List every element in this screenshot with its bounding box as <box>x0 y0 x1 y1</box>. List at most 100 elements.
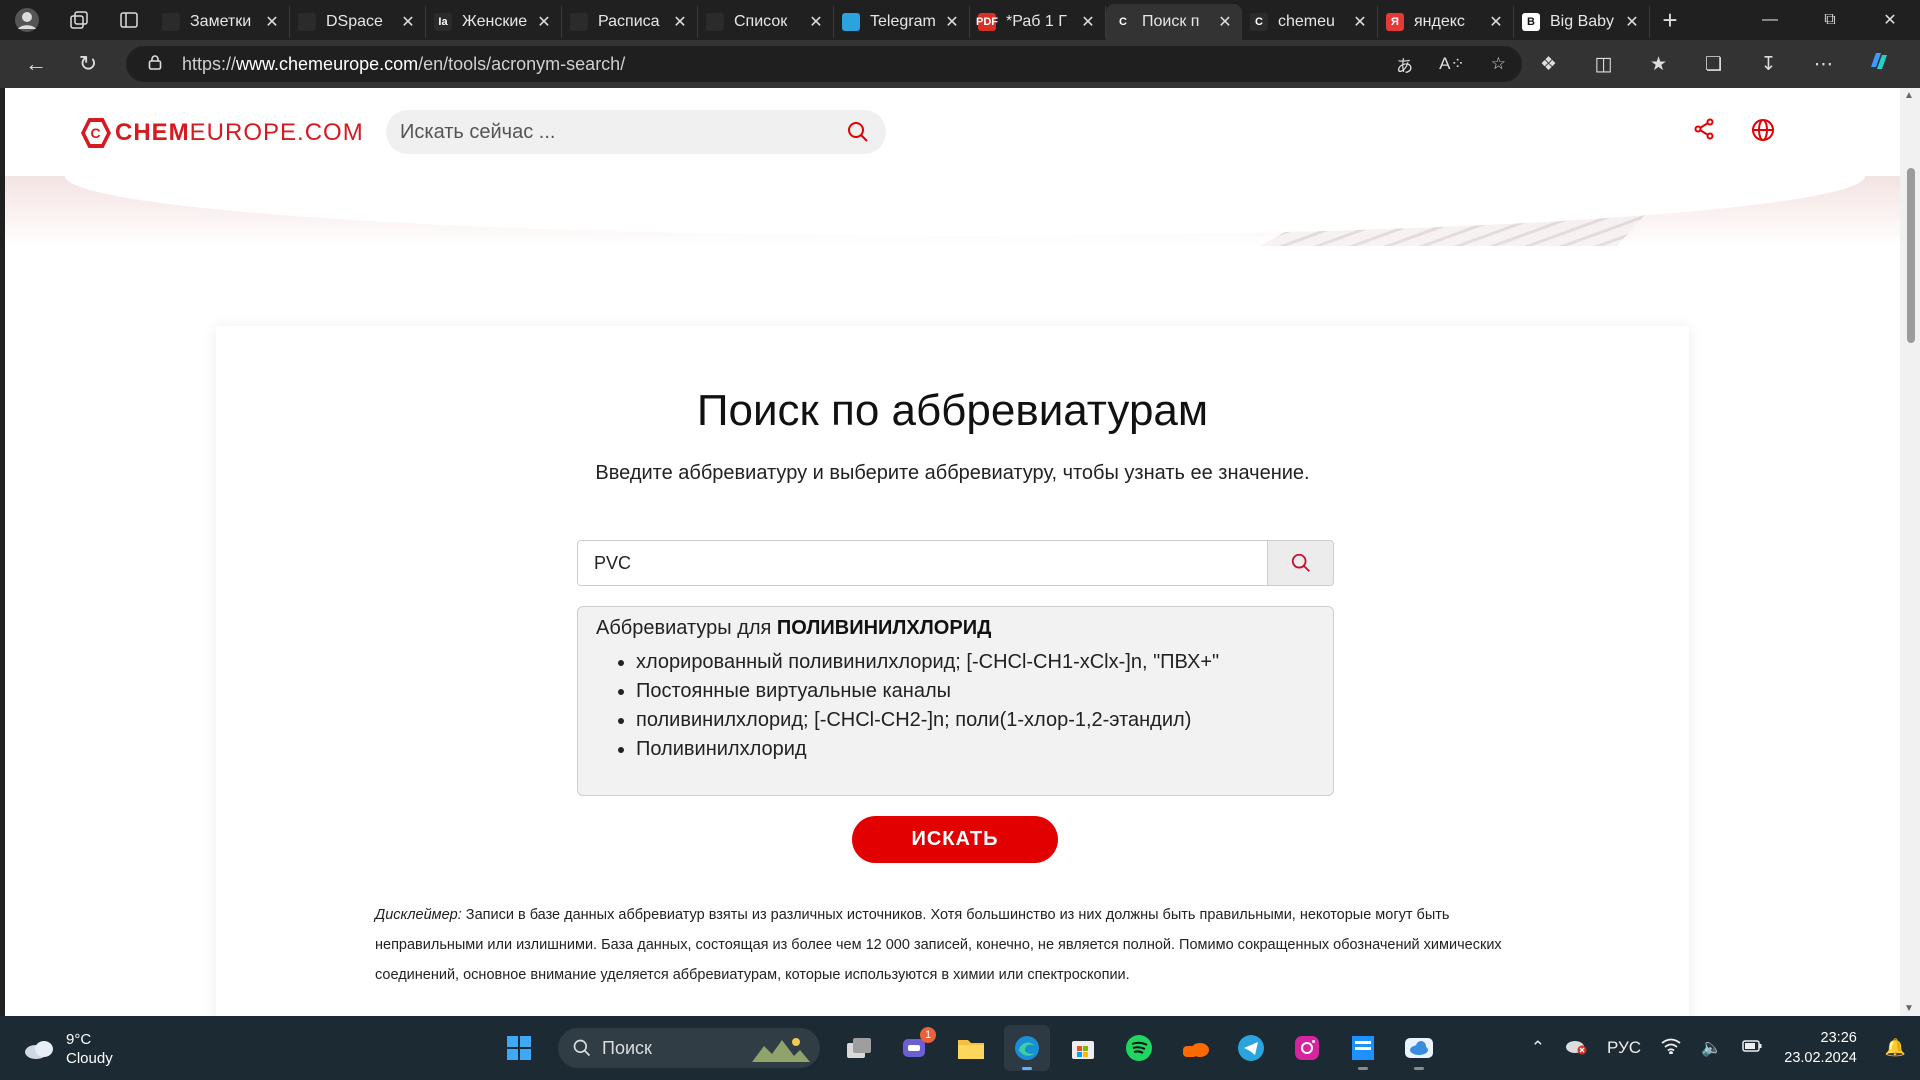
tab-favicon-icon <box>298 13 316 31</box>
split-screen-icon[interactable]: ◫ <box>1576 53 1631 76</box>
site-search-box <box>386 110 886 154</box>
extensions-icon[interactable]: ❖ <box>1521 53 1576 76</box>
favorite-star-icon[interactable]: ☆ <box>1491 54 1506 74</box>
tab-close-icon[interactable]: ✕ <box>1079 12 1097 32</box>
tab-close-icon[interactable]: ✕ <box>1623 12 1641 32</box>
teams-chat-icon[interactable]: 1 <box>892 1025 938 1071</box>
minimize-icon[interactable]: — <box>1740 0 1800 40</box>
tab-close-icon[interactable]: ✕ <box>1351 12 1369 32</box>
tab-title: Список <box>734 13 788 30</box>
workspaces-icon[interactable] <box>54 0 104 40</box>
tab-favicon-icon: B <box>1522 13 1540 31</box>
browser-tab[interactable]: Telegram ✕ <box>834 6 970 38</box>
tab-favicon-icon: C <box>1114 13 1132 31</box>
downloads-icon[interactable]: ↧ <box>1741 53 1796 76</box>
wifi-icon[interactable] <box>1661 1038 1681 1059</box>
back-icon[interactable]: ← <box>10 44 62 84</box>
edge-browser-icon[interactable] <box>1004 1025 1050 1071</box>
browser-tab[interactable]: Заметки ✕ <box>154 6 290 38</box>
site-logo[interactable]: C CHEM EUROPE.COM <box>81 118 364 148</box>
vertical-tabs-icon[interactable] <box>104 0 154 40</box>
microsoft-store-icon[interactable] <box>1060 1025 1106 1071</box>
restore-icon[interactable]: ⧉ <box>1800 0 1860 40</box>
scroll-down-arrow[interactable]: ▼ <box>1904 1003 1914 1014</box>
tab-close-icon[interactable]: ✕ <box>1216 12 1234 32</box>
suggestion-item[interactable]: хлорированный поливинилхлорид; [-CHCl-CH… <box>636 648 1315 677</box>
input-language[interactable]: РУС <box>1607 1038 1641 1058</box>
app-icon-blue[interactable] <box>1340 1025 1386 1071</box>
tab-title: chemeu <box>1278 13 1335 30</box>
suggestion-item[interactable]: Постоянные виртуальные каналы <box>636 677 1315 706</box>
read-aloud-icon[interactable]: A⁘ <box>1439 54 1465 74</box>
icloud-icon[interactable] <box>1396 1025 1442 1071</box>
page-scrollbar[interactable]: ▲ ▼ <box>1900 88 1920 1016</box>
tab-close-icon[interactable]: ✕ <box>263 12 281 32</box>
browser-tab[interactable]: Расписа ✕ <box>562 6 698 38</box>
instagram-icon[interactable] <box>1284 1025 1330 1071</box>
suggestion-item[interactable]: поливинилхлорид; [-CHCl-CH2-]n; поли(1-х… <box>636 706 1315 735</box>
tray-overflow-chevron-icon[interactable]: ⌃ <box>1531 1038 1545 1058</box>
tab-favicon-icon: PDF <box>976 13 998 31</box>
tab-favicon-icon <box>162 13 180 31</box>
browser-tab[interactable]: PDF *Раб 1 Г ✕ <box>970 6 1106 38</box>
browser-tab[interactable]: Список ✕ <box>698 6 834 38</box>
network-warning-icon[interactable] <box>1565 1037 1587 1060</box>
tab-close-icon[interactable]: ✕ <box>943 12 961 32</box>
battery-icon[interactable] <box>1742 1038 1762 1058</box>
start-windows-icon[interactable] <box>496 1025 542 1071</box>
more-menu-icon[interactable]: ⋯ <box>1796 53 1851 76</box>
scroll-up-arrow[interactable]: ▲ <box>1904 90 1914 101</box>
search-highlight-icon <box>752 1038 810 1062</box>
page-subtitle: Введите аббревиатуру и выберите аббревиа… <box>595 462 1310 484</box>
acronym-search-field <box>577 540 1334 586</box>
telegram-icon[interactable] <box>1228 1025 1274 1071</box>
browser-tab[interactable]: B Big Baby ✕ <box>1514 6 1650 38</box>
favorites-icon[interactable]: ★ <box>1631 53 1686 76</box>
scrollbar-thumb[interactable] <box>1907 168 1915 343</box>
notification-bell-icon[interactable]: 🔔 <box>1885 1038 1906 1058</box>
browser-tab[interactable]: Ia Женские ✕ <box>426 6 562 38</box>
tab-close-icon[interactable]: ✕ <box>807 12 825 32</box>
soundcloud-icon[interactable] <box>1172 1025 1218 1071</box>
tab-title: *Раб 1 Г <box>1006 13 1067 30</box>
refresh-icon[interactable]: ↻ <box>62 44 114 84</box>
address-bar[interactable]: https://www.chemeurope.com/en/tools/acro… <box>126 46 1522 82</box>
tab-close-icon[interactable]: ✕ <box>671 12 689 32</box>
tab-close-icon[interactable]: ✕ <box>399 12 417 32</box>
logo-chem: CHEM <box>115 119 190 146</box>
browser-tab[interactable]: DSpace ✕ <box>290 6 426 38</box>
tab-close-icon[interactable]: ✕ <box>1487 12 1505 32</box>
tab-title: Заметки <box>190 13 252 30</box>
browser-tab[interactable]: Cchemeu ✕ <box>1242 6 1378 38</box>
address-bar-actions: あ A⁘ ☆ <box>1396 46 1506 82</box>
copilot-icon[interactable] <box>1851 49 1906 79</box>
task-view-icon[interactable] <box>836 1025 882 1071</box>
collections-icon[interactable]: ❏ <box>1686 53 1741 76</box>
new-tab-button[interactable]: + <box>1650 5 1690 36</box>
spotify-icon[interactable] <box>1116 1025 1162 1071</box>
file-explorer-icon[interactable] <box>948 1025 994 1071</box>
language-globe-icon[interactable] <box>1751 118 1775 147</box>
tab-favicon-icon: Я <box>1386 13 1404 31</box>
share-icon[interactable] <box>1693 118 1715 147</box>
translate-icon[interactable]: あ <box>1396 52 1413 77</box>
site-search-input[interactable] <box>400 120 820 144</box>
tab-favicon-icon <box>842 13 860 31</box>
profile-avatar[interactable] <box>0 0 54 40</box>
browser-tab[interactable]: Яяндекс ✕ <box>1378 6 1514 38</box>
browser-tab[interactable]: C Поиск п ✕ <box>1106 4 1242 40</box>
browser-tools: ❖ ◫ ★ ❏ ↧ ⋯ <box>1521 40 1906 88</box>
search-submit-button[interactable]: ИСКАТЬ <box>852 816 1058 863</box>
acronym-input[interactable] <box>578 541 1267 585</box>
volume-icon[interactable]: 🔈 <box>1701 1038 1722 1058</box>
site-search-icon[interactable] <box>846 120 870 149</box>
taskbar-search-icon <box>573 1039 591 1057</box>
taskbar-search[interactable]: Поиск <box>558 1028 820 1068</box>
weather-widget[interactable]: 9°C Cloudy <box>22 1030 113 1068</box>
system-clock[interactable]: 23:26 23.02.2024 <box>1784 1028 1857 1068</box>
suggestion-item[interactable]: Поливинилхлорид <box>636 735 1315 764</box>
acronym-search-icon-button[interactable] <box>1267 541 1333 585</box>
close-window-icon[interactable]: ✕ <box>1860 0 1920 40</box>
tab-title: яндекс <box>1414 13 1465 30</box>
tab-close-icon[interactable]: ✕ <box>535 12 553 32</box>
